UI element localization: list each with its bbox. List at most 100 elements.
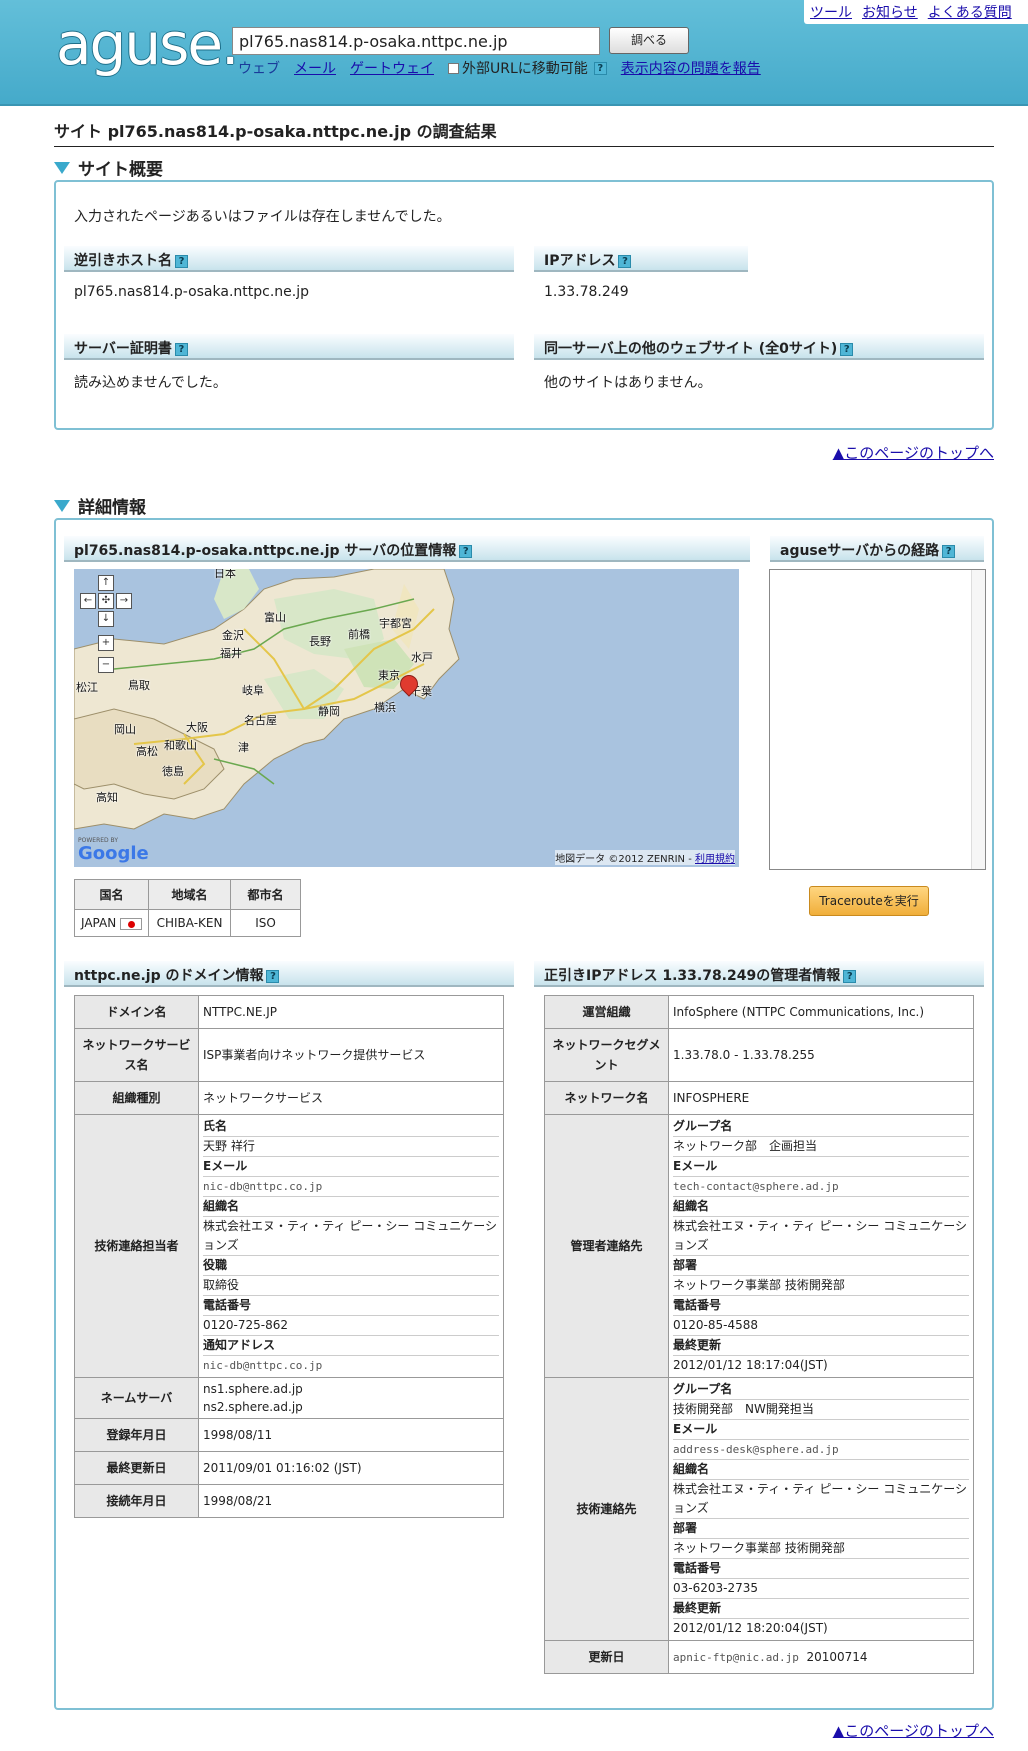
table-row: 運営組織 InfoSphere (NTTPC Communications, In… <box>544 995 974 1029</box>
row-value: 1.33.78.0 - 1.33.78.255 <box>668 1028 974 1082</box>
geo-header: 地域名 <box>148 879 232 910</box>
option-mail[interactable]: メール <box>294 58 336 78</box>
domain-info-table: ドメイン名 NTTPC.NE.JP ネットワークサービス名 ISP事業者向けネットワ… <box>74 995 504 1518</box>
external-url-checkbox[interactable]: 外部URLに移動可能? <box>448 58 607 78</box>
option-gateway[interactable]: ゲートウェイ <box>350 58 434 78</box>
row-value: ISP事業者向けネットワーク提供サービス <box>198 1028 504 1082</box>
help-icon[interactable]: ? <box>175 254 188 268</box>
map-label: 水戸 <box>411 651 433 664</box>
map-label: 静岡 <box>318 705 340 718</box>
traceroute-button[interactable]: Tracerouteを実行 <box>809 886 929 916</box>
others-bar: 同一サーバ上の他のウェブサイト (全0サイト)? <box>534 334 984 360</box>
table-row: 登録年月日 1998/08/11 <box>74 1418 504 1452</box>
rhost-value: pl765.nas814.p-osaka.nttpc.ne.jp <box>74 284 309 300</box>
checkbox-icon[interactable] <box>448 62 459 74</box>
map-pan-up-icon[interactable]: ↑ <box>98 575 114 591</box>
field-value: ネットワーク事業部 技術開発部 <box>673 1276 969 1296</box>
route-bar: aguseサーバからの経路? <box>770 536 984 562</box>
table-row: 接続年月日 1998/08/21 <box>74 1484 504 1518</box>
map-center-icon[interactable]: ✣ <box>98 593 114 609</box>
geo-city: ISO <box>230 909 302 937</box>
field-value: 0120-85-4588 <box>673 1316 969 1336</box>
field-value: 天野 祥行 <box>203 1137 499 1157</box>
field-value: 03-6203-2735 <box>673 1579 969 1599</box>
row-value: ネットワークサービス <box>198 1081 504 1115</box>
help-icon[interactable]: ? <box>266 969 280 983</box>
cert-value: 読み込めませんでした。 <box>74 375 227 391</box>
help-icon[interactable]: ? <box>942 544 956 558</box>
map-zoom-in-icon[interactable]: + <box>98 635 114 651</box>
search-button[interactable]: 調べる <box>609 27 689 54</box>
map-zoom-out-icon[interactable]: − <box>98 657 114 673</box>
toplink-faq[interactable]: よくある質問 <box>928 2 1012 22</box>
ns-value: ns2.sphere.ad.jp <box>203 1400 303 1414</box>
terms-link[interactable]: 利用規約 <box>695 854 735 865</box>
toplink-tools[interactable]: ツール <box>810 2 852 22</box>
help-icon[interactable]: ? <box>843 969 857 983</box>
option-web[interactable]: ウェブ <box>238 58 280 78</box>
external-url-label: 外部URLに移動可能 <box>462 61 588 77</box>
rhost-bar: 逆引きホスト名? <box>64 246 514 272</box>
table-row: ドメイン名 NTTPC.NE.JP <box>74 995 504 1029</box>
country-value: JAPAN <box>81 916 117 930</box>
help-icon[interactable]: ? <box>618 254 632 268</box>
map-label: 宇都宮 <box>379 617 412 630</box>
map-label: 鳥取 <box>128 679 150 692</box>
ip-value: 1.33.78.249 <box>544 284 629 300</box>
to-top-link[interactable]: ▲このページのトップへ <box>833 442 994 463</box>
toplink-news[interactable]: お知らせ <box>862 2 918 22</box>
geo-header: 国名 <box>73 879 150 910</box>
help-icon[interactable]: ? <box>593 61 607 75</box>
row-value: 2011/09/01 01:16:02 (JST) <box>198 1451 504 1485</box>
top-links: ツール お知らせ よくある質問 <box>804 0 1028 24</box>
map-label: 名古屋 <box>244 714 277 727</box>
attribution-text: 地図データ ©2012 ZENRIN - <box>555 854 695 865</box>
field-value: tech-contact@sphere.ad.jp <box>673 1177 969 1197</box>
location-map[interactable]: ↑ ← ✣ → ↓ + − 日本 富山 金沢 長野 前橋 宇都宮 福井 水戸 東… <box>74 569 739 867</box>
row-value: ns1.sphere.ad.jp ns2.sphere.ad.jp <box>198 1377 504 1419</box>
map-pan-down-icon[interactable]: ↓ <box>98 611 114 627</box>
row-value: apnic-ftp@nic.ad.jp 20100714 <box>668 1640 974 1674</box>
field-value: 0120-725-862 <box>203 1316 499 1336</box>
logo[interactable]: aguse. <box>56 14 239 74</box>
search-input[interactable] <box>232 27 600 55</box>
table-row: 組織種別 ネットワークサービス <box>74 1081 504 1115</box>
map-label: 横浜 <box>374 701 396 714</box>
table-row: 最終更新日 2011/09/01 01:16:02 (JST) <box>74 1451 504 1485</box>
map-label: 高知 <box>96 791 118 804</box>
table-row: ネットワークサービス名 ISP事業者向けネットワーク提供サービス <box>74 1028 504 1082</box>
overview-heading: サイト概要 <box>54 155 163 180</box>
page-title: サイト pl765.nas814.p-osaka.nttpc.ne.jp の調査… <box>54 118 994 147</box>
field-key: 部署 <box>673 1519 969 1539</box>
map-land <box>74 569 460 830</box>
row-value: NTTPC.NE.JP <box>198 995 504 1029</box>
map-label: 徳島 <box>162 765 184 778</box>
table-row: ネットワークセグメント 1.33.78.0 - 1.33.78.255 <box>544 1028 974 1082</box>
map-pan-right-icon[interactable]: → <box>116 593 132 609</box>
field-value: 2012/01/12 18:20:04(JST) <box>673 1621 828 1635</box>
table-row: 技術連絡担当者 氏名 天野 祥行 Eメール nic-db@nttpc.co.jp… <box>74 1114 504 1378</box>
ip-info-label: 正引きIPアドレス 1.33.78.249の管理者情報 <box>544 968 841 984</box>
route-box[interactable] <box>769 569 986 870</box>
route-scrollbar[interactable] <box>971 570 985 869</box>
help-icon[interactable]: ? <box>459 544 473 558</box>
header: aguse. 調べる ウェブ メール ゲートウェイ 外部URLに移動可能? 表示… <box>0 0 1028 106</box>
to-top-link-bottom[interactable]: ▲このページのトップへ <box>833 1720 994 1741</box>
row-key: 接続年月日 <box>74 1484 199 1518</box>
map-label: 福井 <box>220 647 242 660</box>
map-pan-left-icon[interactable]: ← <box>80 593 96 609</box>
row-key: ドメイン名 <box>74 995 199 1029</box>
field-value: ネットワーク事業部 技術開発部 <box>673 1539 969 1559</box>
field-key: 通知アドレス <box>203 1336 499 1356</box>
report-link[interactable]: 表示内容の問題を報告 <box>621 58 761 78</box>
ip-info-table: 運営組織 InfoSphere (NTTPC Communications, In… <box>544 995 974 1674</box>
field-key: Eメール <box>673 1157 969 1177</box>
field-key: 最終更新 <box>673 1599 969 1619</box>
update-mail: apnic-ftp@nic.ad.jp <box>673 1650 799 1664</box>
help-icon[interactable]: ? <box>174 342 188 356</box>
overview-panel: 入力されたページあるいはファイルは存在しませんでした。 逆引きホスト名? pl7… <box>54 180 994 430</box>
help-icon[interactable]: ? <box>840 342 854 356</box>
row-key: ネームサーバ <box>74 1377 199 1419</box>
row-key: ネットワーク名 <box>544 1081 669 1115</box>
map-label: 岐阜 <box>242 684 264 697</box>
